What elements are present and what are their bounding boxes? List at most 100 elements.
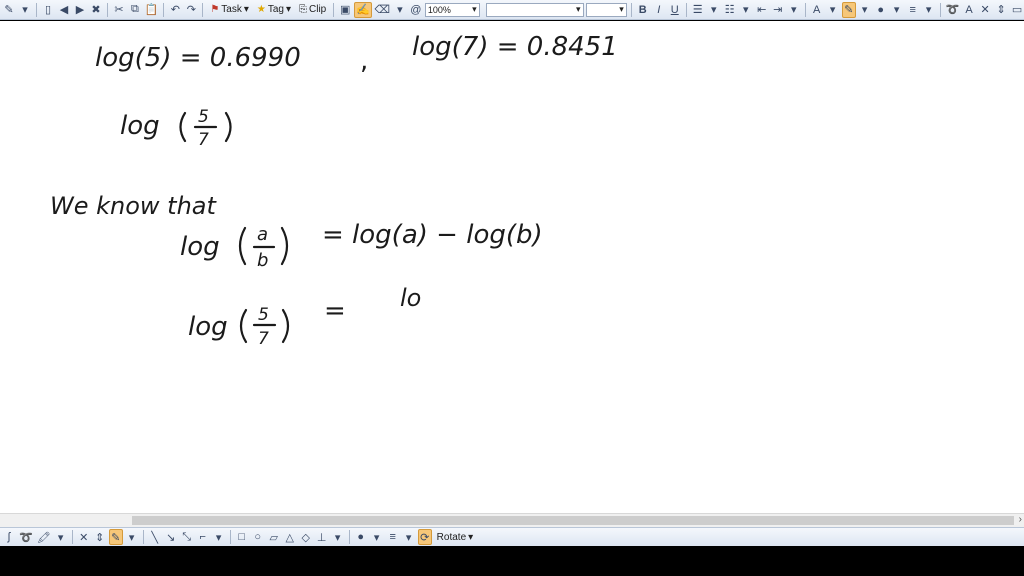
- grow-font-button[interactable]: A: [962, 2, 976, 18]
- pen-color-icon[interactable]: ✎: [841, 1, 856, 18]
- line-tool-icon[interactable]: ╲: [148, 529, 162, 545]
- chevron-down-icon: ▾: [243, 4, 249, 15]
- fill-color-icon[interactable]: ●: [874, 2, 888, 18]
- star-icon: ★: [256, 4, 266, 15]
- rotate-button[interactable]: Rotate ▾: [434, 532, 477, 543]
- delete-page-icon[interactable]: ✖: [89, 2, 103, 18]
- pen-dropdown-icon[interactable]: ▾: [18, 2, 32, 18]
- chevron-down-icon[interactable]: ▾: [890, 2, 904, 18]
- underline-button[interactable]: U: [668, 2, 682, 18]
- fraction-numerator-5b: 5: [258, 305, 269, 325]
- numbered-list-icon[interactable]: ☷: [723, 2, 737, 18]
- triangle-icon[interactable]: △: [283, 529, 297, 545]
- pen-mode-icon[interactable]: ✍: [354, 1, 372, 18]
- font-color-button[interactable]: A: [810, 2, 824, 18]
- forward-arrow-icon[interactable]: ▶: [73, 2, 87, 18]
- chevron-down-icon[interactable]: ▾: [402, 529, 416, 545]
- page-view-icon[interactable]: ▣: [338, 2, 352, 18]
- equals-sign-5: =: [324, 296, 346, 326]
- parallelogram-icon[interactable]: ▱: [267, 529, 281, 545]
- line-weight-icon[interactable]: ≡: [906, 2, 920, 18]
- pen-active-icon[interactable]: ✎: [108, 529, 123, 545]
- chevron-down-icon[interactable]: ▾: [331, 529, 345, 545]
- horizontal-scrollbar[interactable]: ›: [0, 513, 1024, 527]
- eraser-dropdown-icon[interactable]: ▾: [393, 2, 407, 18]
- chevron-down-icon[interactable]: ▾: [125, 529, 139, 545]
- insert-space-icon[interactable]: ⇕: [994, 2, 1008, 18]
- tag-button[interactable]: ★ Tag ▾: [254, 4, 294, 15]
- toolbar-divider: [163, 2, 165, 17]
- insert-space-icon[interactable]: ⇕: [93, 529, 107, 545]
- rotate-mode-icon[interactable]: ⟳: [417, 529, 432, 545]
- rotate-label: Rotate: [436, 531, 467, 543]
- pen-tool-icon[interactable]: ✎: [2, 2, 16, 18]
- chevron-down-icon[interactable]: ▾: [922, 2, 936, 18]
- chevron-down-icon: ▾: [576, 4, 581, 14]
- scrollbar-thumb[interactable]: [132, 516, 1014, 525]
- close-paren-4: [280, 226, 289, 266]
- chevron-down-icon[interactable]: ▾: [212, 529, 226, 545]
- page-icon[interactable]: ▭: [1010, 2, 1024, 18]
- new-page-icon[interactable]: ▯: [41, 2, 55, 18]
- shape-color-icon[interactable]: ●: [354, 529, 368, 545]
- axes-icon[interactable]: ⊥: [315, 529, 329, 545]
- note-canvas[interactable]: log(5) = 0.6990 , log(7) = 0.8451 log 5 …: [0, 21, 1024, 513]
- zoom-select[interactable]: 100% ▾: [424, 2, 480, 17]
- chevron-down-icon[interactable]: ▾: [370, 529, 384, 545]
- task-label: Task: [221, 4, 242, 15]
- double-arrow-icon[interactable]: ⤡: [180, 529, 194, 545]
- rectangle-icon[interactable]: □: [235, 529, 249, 545]
- cut-icon[interactable]: ✂: [112, 2, 126, 18]
- line-style-icon[interactable]: ≡: [386, 529, 400, 545]
- chevron-down-icon: ▾: [619, 4, 624, 14]
- paste-icon[interactable]: 📋: [144, 2, 159, 18]
- font-select[interactable]: ▾: [485, 2, 584, 17]
- ellipse-icon[interactable]: ○: [251, 529, 265, 545]
- bullet-list-icon[interactable]: ☰: [691, 2, 705, 18]
- font-size-select[interactable]: ▾: [585, 2, 627, 17]
- log-text-5: log: [188, 312, 228, 342]
- chevron-down-icon[interactable]: ▾: [739, 2, 753, 18]
- outdent-icon[interactable]: ⇤: [755, 2, 769, 18]
- clip-label: Clip: [309, 4, 327, 15]
- highlighter-icon[interactable]: 🖍: [36, 529, 52, 545]
- back-arrow-icon[interactable]: ◀: [57, 2, 71, 18]
- open-paren-2: [179, 111, 187, 143]
- indent-icon[interactable]: ⇥: [771, 2, 785, 18]
- at-icon[interactable]: @: [409, 2, 423, 18]
- lasso-icon[interactable]: ➰: [18, 529, 34, 545]
- drawing-toolbar: ʃ ➰ 🖍 ▾ ✕ ⇕ ✎ ▾ ╲ ↘ ⤡ ⌐ ▾ □ ○ ▱ △ ◇ ⊥ ▾ …: [0, 527, 1024, 546]
- bold-button[interactable]: B: [636, 2, 650, 18]
- scroll-right-arrow-icon[interactable]: ›: [1019, 514, 1022, 525]
- chevron-down-icon[interactable]: ▾: [826, 2, 840, 18]
- partial-log-text: lo: [400, 284, 421, 312]
- copy-icon[interactable]: ⧉: [128, 2, 142, 18]
- chevron-down-icon[interactable]: ▾: [787, 2, 801, 18]
- task-button[interactable]: ⚑ Task ▾: [207, 4, 252, 15]
- eraser-icon[interactable]: ⌫: [374, 2, 391, 18]
- fraction-denominator-b: b: [257, 250, 268, 271]
- toolbar-divider: [142, 530, 144, 544]
- chevron-down-icon[interactable]: ▾: [54, 529, 68, 545]
- arrow-line-icon[interactable]: ↘: [164, 529, 178, 545]
- lasso-icon[interactable]: ➰: [945, 2, 960, 18]
- delete-stroke-icon[interactable]: ✕: [77, 529, 91, 545]
- toolbar-divider: [685, 2, 687, 17]
- connector-icon[interactable]: ⌐: [196, 529, 210, 545]
- diamond-icon[interactable]: ◇: [299, 529, 313, 545]
- clip-button[interactable]: ⎘ Clip: [296, 4, 329, 15]
- toolbar-divider: [348, 530, 350, 544]
- lasso-select-icon[interactable]: ʃ: [2, 529, 16, 545]
- main-toolbar: ✎ ▾ ▯ ◀ ▶ ✖ ✂ ⧉ 📋 ↶ ↷ ⚑ Task ▾ ★ Tag ▾ ⎘…: [0, 0, 1024, 20]
- tag-label: Tag: [267, 4, 284, 15]
- redo-icon[interactable]: ↷: [184, 2, 198, 18]
- open-paren-4: [238, 226, 247, 266]
- log-text-2: log: [120, 111, 160, 141]
- chevron-down-icon[interactable]: ▾: [707, 2, 721, 18]
- close-icon[interactable]: ✕: [978, 2, 992, 18]
- toolbar-divider: [202, 2, 204, 17]
- chevron-down-icon[interactable]: ▾: [858, 2, 872, 18]
- italic-button[interactable]: I: [652, 2, 666, 18]
- fraction-denominator-7: 7: [198, 130, 209, 150]
- undo-icon[interactable]: ↶: [168, 2, 182, 18]
